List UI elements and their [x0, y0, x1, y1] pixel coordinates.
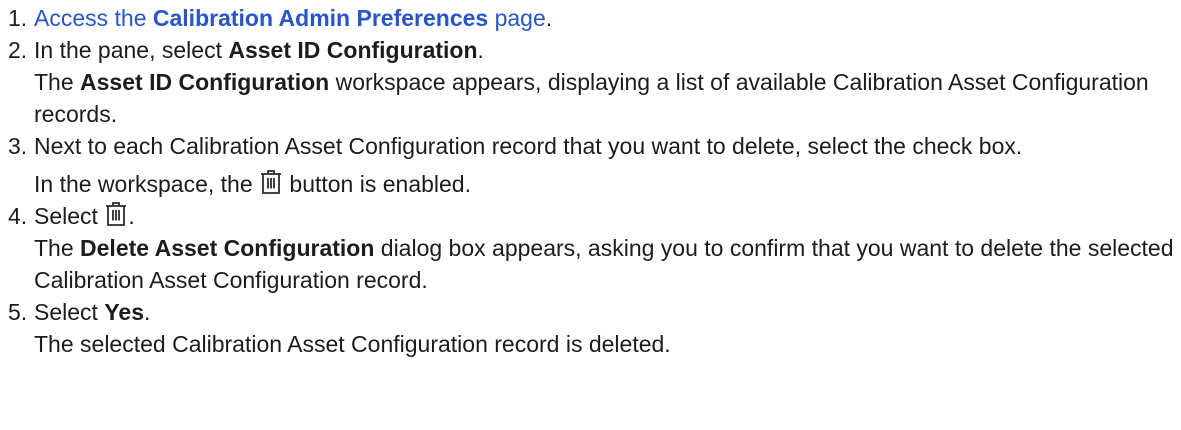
step-number: 5.	[8, 299, 28, 325]
instruction-text-end: .	[128, 203, 135, 229]
result-text-end: button is enabled.	[283, 171, 471, 197]
step-3-result: In the workspace, the button is enabled.	[34, 168, 1181, 200]
link-text-post[interactable]: page	[488, 5, 546, 31]
step-1: 1. Access the Calibration Admin Preferen…	[0, 2, 1181, 34]
ui-term: Delete Asset Configuration	[80, 235, 375, 261]
instruction-text-end: .	[143, 299, 151, 325]
step-4-instruction: Select .	[34, 200, 1181, 232]
step-4: 4. Select . The Delete Asset Configurati…	[0, 200, 1181, 296]
link-text-pre[interactable]: Access the	[34, 5, 153, 31]
step-2: 2. In the pane, select Asset ID Configur…	[0, 34, 1181, 130]
instruction-text: Select	[34, 203, 105, 229]
step-2-result: The Asset ID Configuration workspace app…	[34, 66, 1181, 130]
step-3: 3. Next to each Calibration Asset Config…	[0, 130, 1181, 200]
step-number: 2.	[8, 37, 28, 63]
instruction-text-end: .	[477, 37, 484, 63]
ui-term: Yes	[104, 299, 144, 325]
step-number: 3.	[8, 133, 28, 159]
procedure-steps: 1. Access the Calibration Admin Preferen…	[0, 2, 1181, 360]
step-1-period: .	[545, 5, 553, 31]
instruction-text: In the pane, select	[34, 37, 229, 63]
result-text: The	[34, 235, 81, 261]
trash-icon	[104, 201, 128, 227]
ui-term: Asset ID Configuration	[228, 37, 478, 63]
step-2-instruction: In the pane, select Asset ID Configurati…	[34, 34, 1181, 66]
link-text-bold[interactable]: Calibration Admin Preferences	[153, 5, 488, 31]
step-4-result: The Delete Asset Configuration dialog bo…	[34, 232, 1181, 296]
step-5: 5. Select Yes. The selected Calibration …	[0, 296, 1181, 360]
step-number: 4.	[8, 203, 28, 229]
result-text: In the workspace, the	[34, 171, 260, 197]
step-3-instruction: Next to each Calibration Asset Configura…	[34, 133, 1023, 159]
calibration-admin-preferences-link[interactable]: Access the Calibration Admin Preferences…	[34, 5, 546, 31]
step-5-result: The selected Calibration Asset Configura…	[34, 331, 671, 357]
result-text: The	[34, 69, 81, 95]
trash-icon	[259, 169, 283, 195]
instruction-text: Select	[34, 299, 105, 325]
ui-term: Asset ID Configuration	[80, 69, 330, 95]
step-number: 1.	[8, 5, 28, 31]
step-5-instruction: Select Yes.	[34, 296, 1181, 328]
